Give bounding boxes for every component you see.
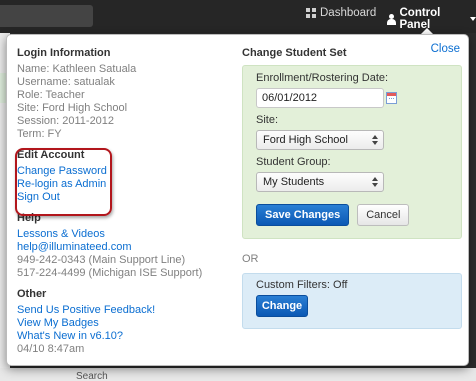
- timestamp: 04/10 8:47am: [17, 343, 85, 355]
- background-page-bottom: Search: [0, 368, 476, 381]
- login-role: Role: Teacher: [17, 89, 85, 101]
- dashboard-grid-icon: [306, 8, 316, 18]
- enrollment-date-value: 06/01/2012: [262, 92, 318, 104]
- nav-dashboard[interactable]: Dashboard: [306, 7, 376, 19]
- chevron-down-icon: [470, 17, 476, 21]
- michigan-support-phone: 517-224-4499 (Michigan ISE Support): [17, 267, 203, 279]
- feedback-link[interactable]: Send Us Positive Feedback!: [17, 304, 227, 317]
- change-filters-button[interactable]: Change: [256, 295, 308, 317]
- custom-filters-label: Custom Filters: Off: [256, 279, 348, 291]
- save-changes-button[interactable]: Save Changes: [256, 204, 350, 226]
- student-group-label: Student Group:: [256, 156, 331, 168]
- enrollment-date-input[interactable]: 06/01/2012: [256, 88, 397, 108]
- enrollment-date-label: Enrollment/Rostering Date:: [256, 72, 389, 84]
- login-info-heading: Login Information: [17, 47, 111, 59]
- site-select-value: Ford High School: [263, 134, 348, 146]
- user-icon: [386, 13, 397, 25]
- login-name: Name: Kathleen Satuala: [17, 63, 137, 75]
- help-section: Help Lessons & Videos help@illuminateed.…: [17, 212, 227, 280]
- cancel-button[interactable]: Cancel: [357, 204, 410, 226]
- login-site: Site: Ford High School: [17, 102, 128, 114]
- student-set-heading: Change Student Set: [242, 47, 347, 59]
- select-arrows-icon: [372, 177, 378, 188]
- lessons-videos-link[interactable]: Lessons & Videos: [17, 228, 227, 241]
- help-email-link[interactable]: help@illuminateed.com: [17, 241, 227, 254]
- navbar-search-box[interactable]: [0, 5, 93, 27]
- calendar-icon[interactable]: [386, 92, 397, 104]
- main-support-phone: 949-242-0343 (Main Support Line): [17, 254, 186, 266]
- edit-account-highlight: [15, 148, 112, 216]
- control-panel-dropdown: Close Login Information Name: Kathleen S…: [6, 34, 469, 366]
- login-session: Session: 2011-2012: [17, 115, 115, 127]
- site-label: Site:: [256, 114, 279, 126]
- or-separator: OR: [242, 253, 259, 265]
- top-navbar: Dashboard Control Panel: [0, 0, 476, 33]
- form-actions: Save Changes Cancel: [256, 204, 448, 226]
- login-username: Username: satualak: [17, 76, 115, 88]
- custom-filters-box: Custom Filters: Off Change: [242, 273, 462, 329]
- student-group-select[interactable]: My Students: [256, 172, 384, 192]
- student-set-column: Change Student Set Enrollment/Rostering …: [242, 47, 462, 329]
- nav-dashboard-label: Dashboard: [320, 7, 377, 19]
- other-section: Other Send Us Positive Feedback! View My…: [17, 288, 227, 356]
- badges-link[interactable]: View My Badges: [17, 317, 227, 330]
- other-heading: Other: [17, 288, 47, 300]
- student-group-value: My Students: [263, 176, 325, 188]
- whats-new-link[interactable]: What's New in v6.10?: [17, 330, 227, 343]
- student-set-form: Enrollment/Rostering Date: 06/01/2012 Si…: [242, 65, 462, 239]
- login-term: Term: FY: [17, 128, 62, 140]
- account-column: Login Information Name: Kathleen Satuala…: [15, 47, 227, 356]
- select-arrows-icon: [372, 135, 378, 146]
- background-search-text: Search: [76, 371, 108, 381]
- site-select[interactable]: Ford High School: [256, 130, 384, 150]
